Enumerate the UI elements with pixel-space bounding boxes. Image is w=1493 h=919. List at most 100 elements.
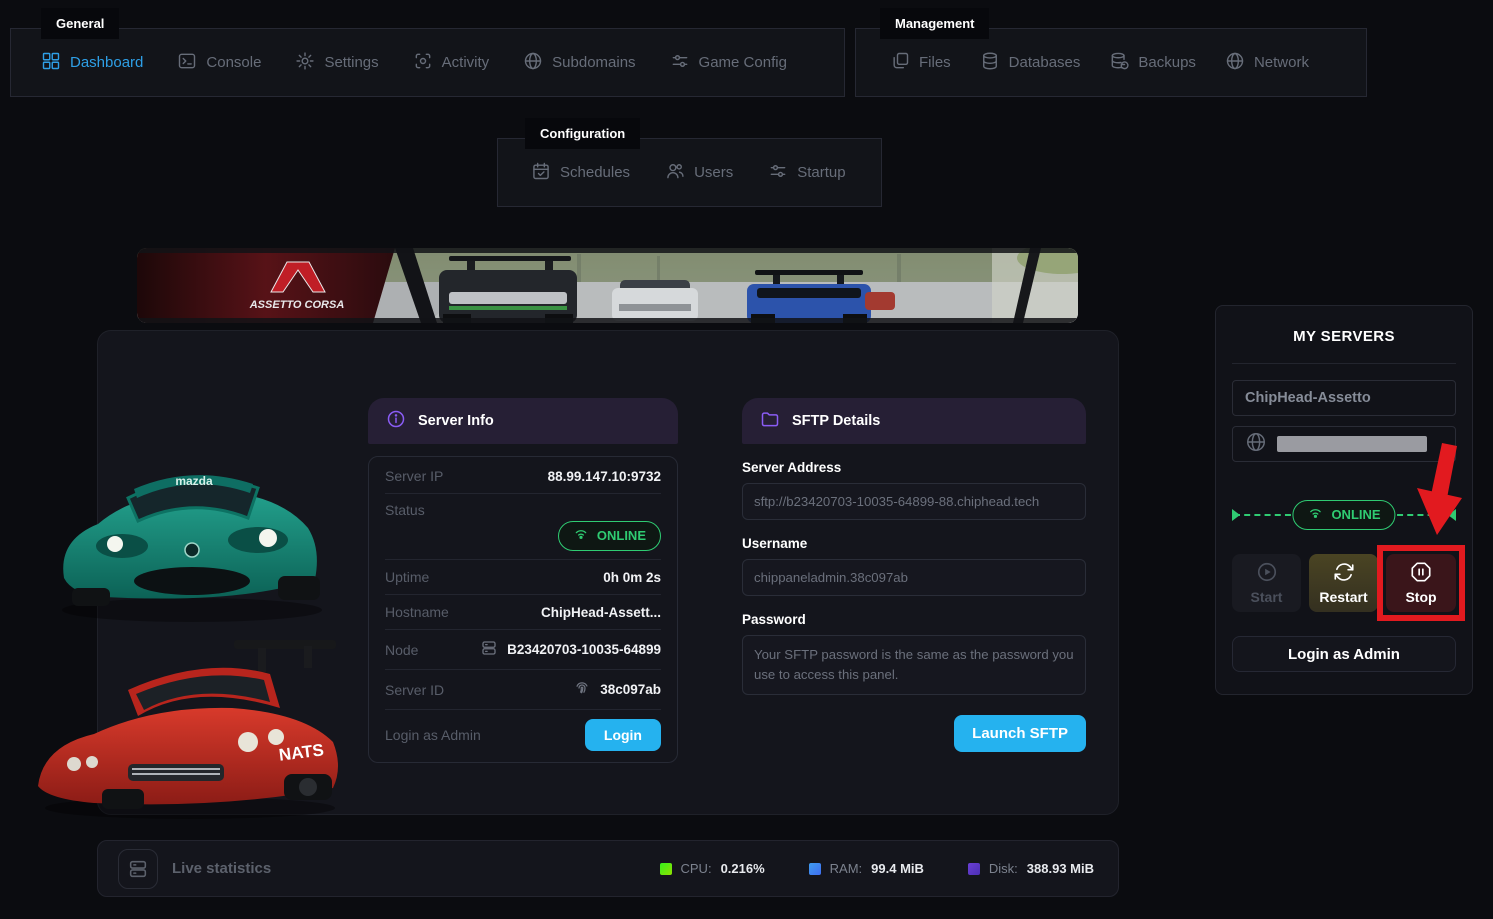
- disk-label: Disk:: [988, 861, 1018, 876]
- nav-item-label: Game Config: [698, 54, 787, 71]
- nav-group-configuration: Configuration Schedules Users Startup: [497, 118, 882, 207]
- login-as-admin-button[interactable]: Login as Admin: [1232, 636, 1456, 672]
- sidebar-status-text: ONLINE: [1331, 507, 1381, 522]
- nav-item-activity[interactable]: Activity: [413, 51, 490, 75]
- ram-value: 99.4 MiB: [871, 861, 924, 876]
- nav-item-network[interactable]: Network: [1225, 51, 1309, 75]
- username-input[interactable]: [742, 559, 1086, 596]
- node-row: Node B23420703-10035-64899: [385, 630, 661, 670]
- cpu-value: 0.216%: [720, 861, 765, 876]
- nav-item-settings[interactable]: Settings: [295, 51, 379, 75]
- server-ip-value: 88.99.147.10:9732: [547, 468, 661, 484]
- live-statistics-bar: Live statistics CPU: 0.216% RAM: 99.4 Mi…: [97, 840, 1119, 897]
- restart-icon: [1333, 561, 1355, 586]
- server-address-input[interactable]: [742, 483, 1086, 520]
- users-icon: [665, 161, 685, 185]
- nav-item-label: Console: [206, 54, 262, 71]
- folder-icon: [760, 409, 780, 433]
- ram-stat: RAM: 99.4 MiB: [808, 861, 924, 876]
- gear-icon: [295, 51, 315, 75]
- nav-item-schedules[interactable]: Schedules: [531, 161, 630, 185]
- dashboard-icon: [41, 51, 61, 75]
- uptime-value: 0h 0m 2s: [603, 569, 661, 585]
- login-button[interactable]: Login: [584, 719, 661, 751]
- nav-group-management: Management Files Databases Backups Netwo…: [855, 8, 1367, 97]
- nav-item-label: Activity: [441, 54, 490, 71]
- nav-item-label: Startup: [797, 164, 846, 181]
- node-value: B23420703-10035-64899: [507, 642, 661, 657]
- sftp-details-title: SFTP Details: [792, 413, 881, 429]
- activity-icon: [413, 51, 433, 75]
- nav-item-startup[interactable]: Startup: [768, 161, 846, 185]
- stop-button[interactable]: Stop: [1386, 554, 1456, 612]
- nav-item-console[interactable]: Console: [177, 51, 261, 75]
- info-icon: [386, 409, 406, 433]
- status-text: ONLINE: [596, 528, 646, 543]
- nav-group-configuration-label: Configuration: [525, 118, 641, 149]
- nav-item-dashboard[interactable]: Dashboard: [41, 51, 143, 75]
- server-info-header: Server Info: [368, 398, 678, 444]
- nav-item-label: Network: [1253, 54, 1309, 71]
- sliders-icon: [670, 51, 690, 75]
- ram-label: RAM:: [829, 861, 863, 876]
- files-icon: [890, 51, 910, 75]
- divider: [1232, 363, 1456, 364]
- hostname-value: ChipHead-Assett...: [540, 604, 661, 620]
- start-button[interactable]: Start: [1232, 554, 1301, 612]
- cpu-color-square: [659, 862, 672, 875]
- launch-sftp-button[interactable]: Launch SFTP: [954, 714, 1086, 752]
- console-icon: [177, 51, 197, 75]
- assetto-corsa-banner-image: ASSETTO CORSA: [137, 248, 1078, 323]
- backup-icon: [1109, 51, 1129, 75]
- server-info-title: Server Info: [418, 413, 494, 429]
- username-label: Username: [742, 536, 808, 551]
- node-label: Node: [385, 641, 419, 658]
- nav-item-label: Subdomains: [552, 54, 636, 71]
- restart-button[interactable]: Restart: [1309, 554, 1378, 612]
- status-online-badge: ONLINE: [557, 521, 661, 551]
- server-name-box[interactable]: ChipHead-Assetto: [1232, 380, 1456, 416]
- teal-mx5-car-image: mazda: [42, 428, 337, 628]
- status-connector: ONLINE: [1232, 500, 1456, 530]
- nav-item-label: Dashboard: [70, 54, 144, 71]
- server-rack-icon: [118, 848, 158, 889]
- disk-color-square: [967, 862, 980, 875]
- cpu-label: CPU:: [680, 861, 712, 876]
- status-label: Status: [385, 502, 425, 518]
- sliders-icon: [768, 161, 788, 185]
- red-drift-car-image: NATS: [32, 636, 347, 821]
- hostname-label: Hostname: [385, 604, 449, 620]
- wifi-icon: [573, 526, 589, 545]
- nav-item-subdomains[interactable]: Subdomains: [523, 51, 636, 75]
- server-name-text: ChipHead-Assetto: [1245, 390, 1371, 406]
- server-ip-row: Server IP 88.99.147.10:9732: [385, 459, 661, 494]
- disk-value: 388.93 MiB: [1026, 861, 1094, 876]
- uptime-row: Uptime 0h 0m 2s: [385, 560, 661, 595]
- right-arrow-cap: [1448, 509, 1456, 521]
- power-controls: Start Restart Stop: [1232, 545, 1465, 621]
- database-icon: [980, 51, 1000, 75]
- nav-item-label: Users: [694, 164, 734, 181]
- nav-item-label: Schedules: [560, 164, 631, 181]
- login-as-admin-label: Login as Admin: [385, 727, 481, 743]
- play-icon: [1256, 561, 1278, 586]
- nav-item-databases[interactable]: Databases: [980, 51, 1080, 75]
- nav-item-label: Files: [919, 54, 951, 71]
- disk-stat: Disk: 388.93 MiB: [967, 861, 1094, 876]
- nav-item-backups[interactable]: Backups: [1109, 51, 1196, 75]
- sidebar-online-badge: ONLINE: [1292, 500, 1396, 530]
- nav-group-general-label: General: [41, 8, 120, 39]
- nav-item-users[interactable]: Users: [665, 161, 733, 185]
- calendar-check-icon: [531, 161, 551, 185]
- server-id-value: 38c097ab: [600, 682, 661, 697]
- server-address-box[interactable]: [1232, 426, 1456, 462]
- password-label: Password: [742, 612, 806, 627]
- nav-item-label: Settings: [324, 54, 379, 71]
- nav-item-files[interactable]: Files: [890, 51, 951, 75]
- my-servers-panel: MY SERVERS ChipHead-Assetto ONLINE Start: [1215, 305, 1473, 695]
- wifi-icon: [1307, 505, 1323, 524]
- nav-item-game-config[interactable]: Game Config: [670, 51, 787, 75]
- globe-icon: [1245, 431, 1267, 457]
- server-info-card: Server IP 88.99.147.10:9732 Status ONLIN…: [368, 456, 678, 763]
- assetto-corsa-logo-text: ASSETTO CORSA: [249, 299, 345, 311]
